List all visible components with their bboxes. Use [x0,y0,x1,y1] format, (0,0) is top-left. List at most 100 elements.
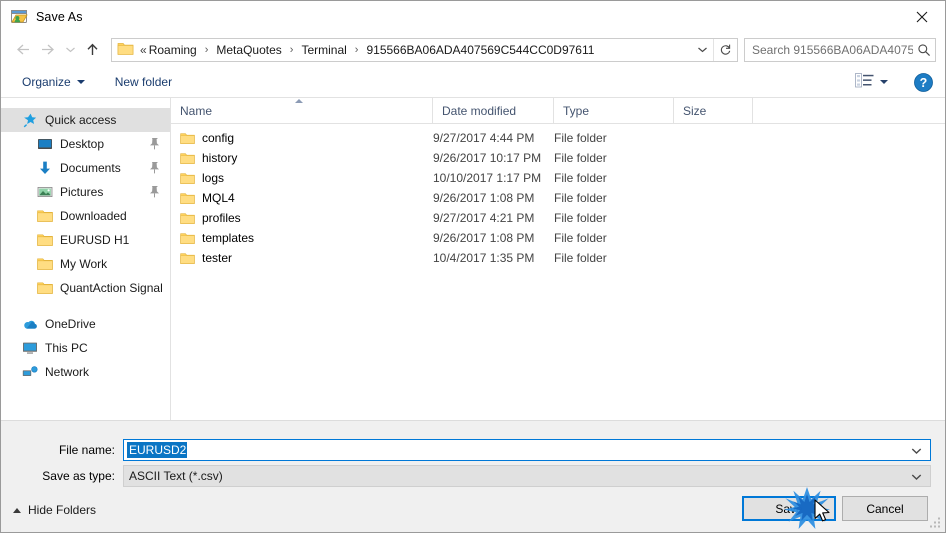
file-date-cell: 9/26/2017 1:08 PM [433,231,535,245]
breadcrumb-overflow[interactable]: « [134,43,147,57]
chevron-down-icon[interactable] [911,470,922,484]
file-date-cell: 10/4/2017 1:35 PM [433,251,535,265]
arrow-left-icon [16,44,29,55]
chevron-down-icon [65,47,75,53]
sidebar-item-label: QuantAction Signal [60,281,163,295]
pin-icon[interactable] [149,137,160,153]
svg-text:?: ? [920,76,928,90]
sidebar-item-pictures[interactable]: Pictures [1,180,170,204]
file-name-label: profiles [202,211,241,225]
table-row[interactable]: MQL4 9/26/2017 1:08 PM File folder [171,188,945,208]
close-button[interactable] [899,1,945,32]
up-one-level-button[interactable] [79,37,105,63]
table-row[interactable]: config 9/27/2017 4:44 PM File folder [171,128,945,148]
file-name-input[interactable]: EURUSD2 [123,439,931,461]
column-header-size[interactable]: Size [674,98,753,123]
back-button[interactable] [9,37,35,63]
onedrive-icon [22,316,38,332]
pin-icon[interactable] [149,185,160,201]
file-name-label: tester [202,251,233,265]
breadcrumb-item-metaquotes[interactable]: MetaQuotes [214,42,283,58]
breadcrumb-item-roaming[interactable]: Roaming [147,42,199,58]
save-as-dialog: Save As « Roaming › MetaQuotes › Termina… [0,0,946,533]
sidebar-item-network[interactable]: Network [1,360,170,384]
help-button[interactable]: ? [914,72,933,92]
column-header-date-modified[interactable]: Date modified [433,98,554,123]
pictures-icon [37,184,53,200]
change-view-button[interactable] [851,70,892,94]
chevron-down-icon [76,80,85,84]
sidebar-item-label: Network [45,365,90,379]
save-as-type-select[interactable]: ASCII Text (*.csv) [123,465,931,487]
resize-grip-icon[interactable] [930,517,942,529]
sidebar-item-onedrive[interactable]: OneDrive [1,312,170,336]
save-as-type-label: Save as type: [42,469,115,483]
sidebar-item-quantaction-signal[interactable]: QuantAction Signal [1,276,170,300]
this-pc-icon [22,340,38,356]
address-dropdown-button[interactable] [691,39,713,61]
refresh-button[interactable] [713,38,737,61]
breadcrumb-item-instance-id[interactable]: 915566BA06ADA407569C544CC0D97611 [364,42,596,58]
save-button-label: Save [775,501,803,516]
sidebar-item-desktop[interactable]: Desktop [1,132,170,156]
table-row[interactable]: tester 10/4/2017 1:35 PM File folder [171,248,945,268]
sidebar-item-label: EURUSD H1 [60,233,130,247]
chevron-down-icon[interactable] [911,444,922,458]
folder-icon [180,152,195,165]
navigation-sidebar: Quick access Desktop Documents Pictures … [1,98,171,420]
hide-folders-button[interactable]: Hide Folders [13,503,96,517]
forward-button[interactable] [35,37,61,63]
file-name-label: logs [202,171,225,185]
hide-folders-label: Hide Folders [28,503,97,517]
arrow-right-icon [41,44,54,55]
folder-icon [37,208,53,224]
sidebar-item-downloaded[interactable]: Downloaded [1,204,170,228]
organize-button[interactable]: Organize [14,70,93,94]
recent-locations-button[interactable] [61,37,79,63]
cancel-button[interactable]: Cancel [842,496,928,521]
file-name-cell: logs [171,171,433,185]
search-icon [913,43,935,57]
file-type-cell: File folder [554,211,607,225]
sidebar-item-my-work[interactable]: My Work [1,252,170,276]
dialog-body: Quick access Desktop Documents Pictures … [1,98,945,420]
sidebar-item-label: Quick access [45,113,117,127]
new-folder-button[interactable]: New folder [107,70,180,94]
column-header-name[interactable]: Name [171,98,433,123]
cancel-button-label: Cancel [866,501,904,516]
address-bar[interactable]: « Roaming › MetaQuotes › Terminal › 9155… [111,37,738,62]
folder-icon [37,280,53,296]
refresh-icon [720,44,731,55]
column-header-label: Type [563,103,590,118]
file-name-cell: history [171,151,433,165]
file-type-cell: File folder [554,151,607,165]
network-icon [22,364,38,380]
sidebar-item-quick-access[interactable]: Quick access [1,108,170,132]
table-row[interactable]: history 9/26/2017 10:17 PM File folder [171,148,945,168]
file-name-row: File name: EURUSD2 [1,439,945,461]
file-name-label: MQL4 [202,191,235,205]
search-input[interactable]: Search 915566BA06ADA40756... [744,37,936,62]
sidebar-item-this-pc[interactable]: This PC [1,336,170,360]
file-type-cell: File folder [554,231,607,245]
table-row[interactable]: logs 10/10/2017 1:17 PM File folder [171,168,945,188]
sidebar-item-eurusd-h1[interactable]: EURUSD H1 [1,228,170,252]
pin-icon[interactable] [149,161,160,177]
table-row[interactable]: profiles 9/27/2017 4:21 PM File folder [171,208,945,228]
view-layout-icon [855,73,874,91]
documents-icon [37,160,53,176]
table-row[interactable]: templates 9/26/2017 1:08 PM File folder [171,228,945,248]
sidebar-item-label: Pictures [60,185,104,199]
breadcrumb-item-terminal[interactable]: Terminal [299,42,348,58]
folder-icon [37,256,53,272]
save-as-window-icon [10,8,28,26]
navigation-bar: « Roaming › MetaQuotes › Terminal › 9155… [1,32,945,67]
folder-icon [37,232,53,248]
new-folder-label: New folder [114,75,173,89]
file-name-label: history [202,151,238,165]
sidebar-item-label: Downloaded [60,209,127,223]
breadcrumb-separator-icon: › [204,43,209,56]
sidebar-item-documents[interactable]: Documents [1,156,170,180]
save-button[interactable]: Save [742,496,836,521]
column-header-type[interactable]: Type [554,98,674,123]
